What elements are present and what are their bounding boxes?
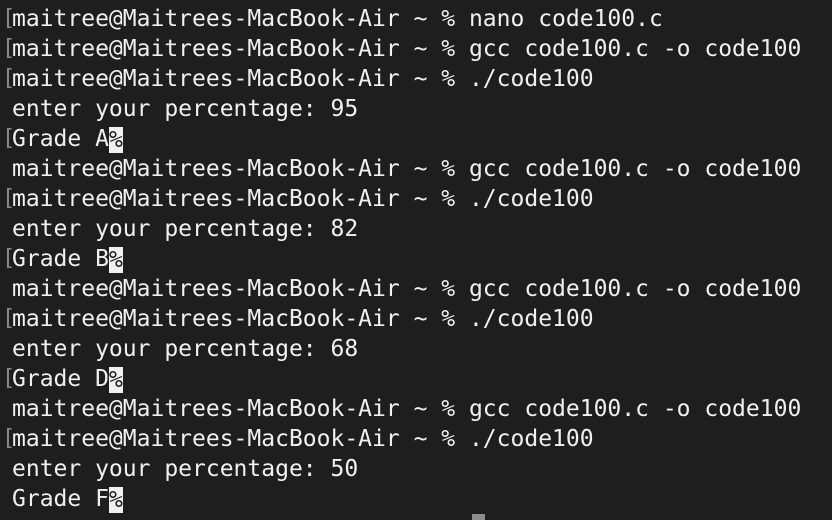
terminal-line: [maitree@Maitrees-MacBook-Air ~ % gcc co…: [0, 34, 832, 64]
line-text: maitree@Maitrees-MacBook-Air ~ % nano co…: [12, 6, 663, 32]
end-of-line-marker: %: [108, 246, 123, 273]
line-mark: [: [2, 126, 16, 151]
line-text: enter your percentage: 95: [12, 96, 359, 122]
line-mark: [: [2, 246, 16, 271]
terminal-line: [maitree@Maitrees-MacBook-Air ~ % ./code…: [0, 424, 832, 454]
line-mark: [: [2, 36, 16, 61]
line-mark: [: [2, 306, 16, 331]
line-text: maitree@Maitrees-MacBook-Air ~ % ./code1…: [12, 306, 594, 332]
line-text: enter your percentage: 82: [12, 216, 359, 242]
terminal-line: [Grade D%: [0, 364, 832, 394]
terminal-line: [maitree@Maitrees-MacBook-Air ~ % nano c…: [0, 4, 832, 34]
terminal-line: [Grade A%: [0, 124, 832, 154]
terminal-line: enter your percentage: 68: [0, 334, 832, 364]
terminal-line: maitree@Maitrees-MacBook-Air ~ % gcc cod…: [0, 154, 832, 184]
line-text: enter your percentage: 68: [12, 336, 359, 362]
line-text: maitree@Maitrees-MacBook-Air ~ % gcc cod…: [12, 396, 802, 422]
line-text: maitree@Maitrees-MacBook-Air ~ % ./code1…: [12, 66, 594, 92]
text-cursor: [472, 514, 485, 520]
line-text: Grade F: [12, 486, 109, 512]
line-text: maitree@Maitrees-MacBook-Air ~ % gcc cod…: [12, 36, 802, 62]
end-of-line-marker: %: [108, 486, 123, 513]
terminal-window[interactable]: [maitree@Maitrees-MacBook-Air ~ % nano c…: [0, 0, 832, 520]
terminal-line: maitree@Maitrees-MacBook-Air ~ % gcc cod…: [0, 394, 832, 424]
line-text: Grade D: [12, 366, 109, 392]
line-text: maitree@Maitrees-MacBook-Air ~ % gcc cod…: [12, 276, 802, 302]
terminal-line: Grade F%: [0, 484, 832, 514]
end-of-line-marker: %: [108, 126, 123, 153]
line-mark: [: [2, 186, 16, 211]
line-text: maitree@Maitrees-MacBook-Air ~ % ./code1…: [12, 186, 594, 212]
line-mark: [: [2, 6, 16, 31]
terminal-line: [maitree@Maitrees-MacBook-Air ~ % ./code…: [0, 304, 832, 334]
line-text: maitree@Maitrees-MacBook-Air ~ % ./code1…: [12, 426, 594, 452]
terminal-line: enter your percentage: 50: [0, 454, 832, 484]
end-of-line-marker: %: [108, 366, 123, 393]
line-mark: [: [2, 366, 16, 391]
terminal-line: [maitree@Maitrees-MacBook-Air ~ % ./code…: [0, 184, 832, 214]
terminal-line: enter your percentage: 95: [0, 94, 832, 124]
terminal-output: [maitree@Maitrees-MacBook-Air ~ % nano c…: [0, 4, 832, 514]
terminal-line: maitree@Maitrees-MacBook-Air ~ % gcc cod…: [0, 274, 832, 304]
line-text: Grade B: [12, 246, 109, 272]
line-text: enter your percentage: 50: [12, 456, 359, 482]
line-text: maitree@Maitrees-MacBook-Air ~ % gcc cod…: [12, 156, 802, 182]
line-mark: [: [2, 426, 16, 451]
line-mark: [: [2, 66, 16, 91]
line-text: Grade A: [12, 126, 109, 152]
terminal-line: [Grade B%: [0, 244, 832, 274]
terminal-line: enter your percentage: 82: [0, 214, 832, 244]
terminal-line: [maitree@Maitrees-MacBook-Air ~ % ./code…: [0, 64, 832, 94]
